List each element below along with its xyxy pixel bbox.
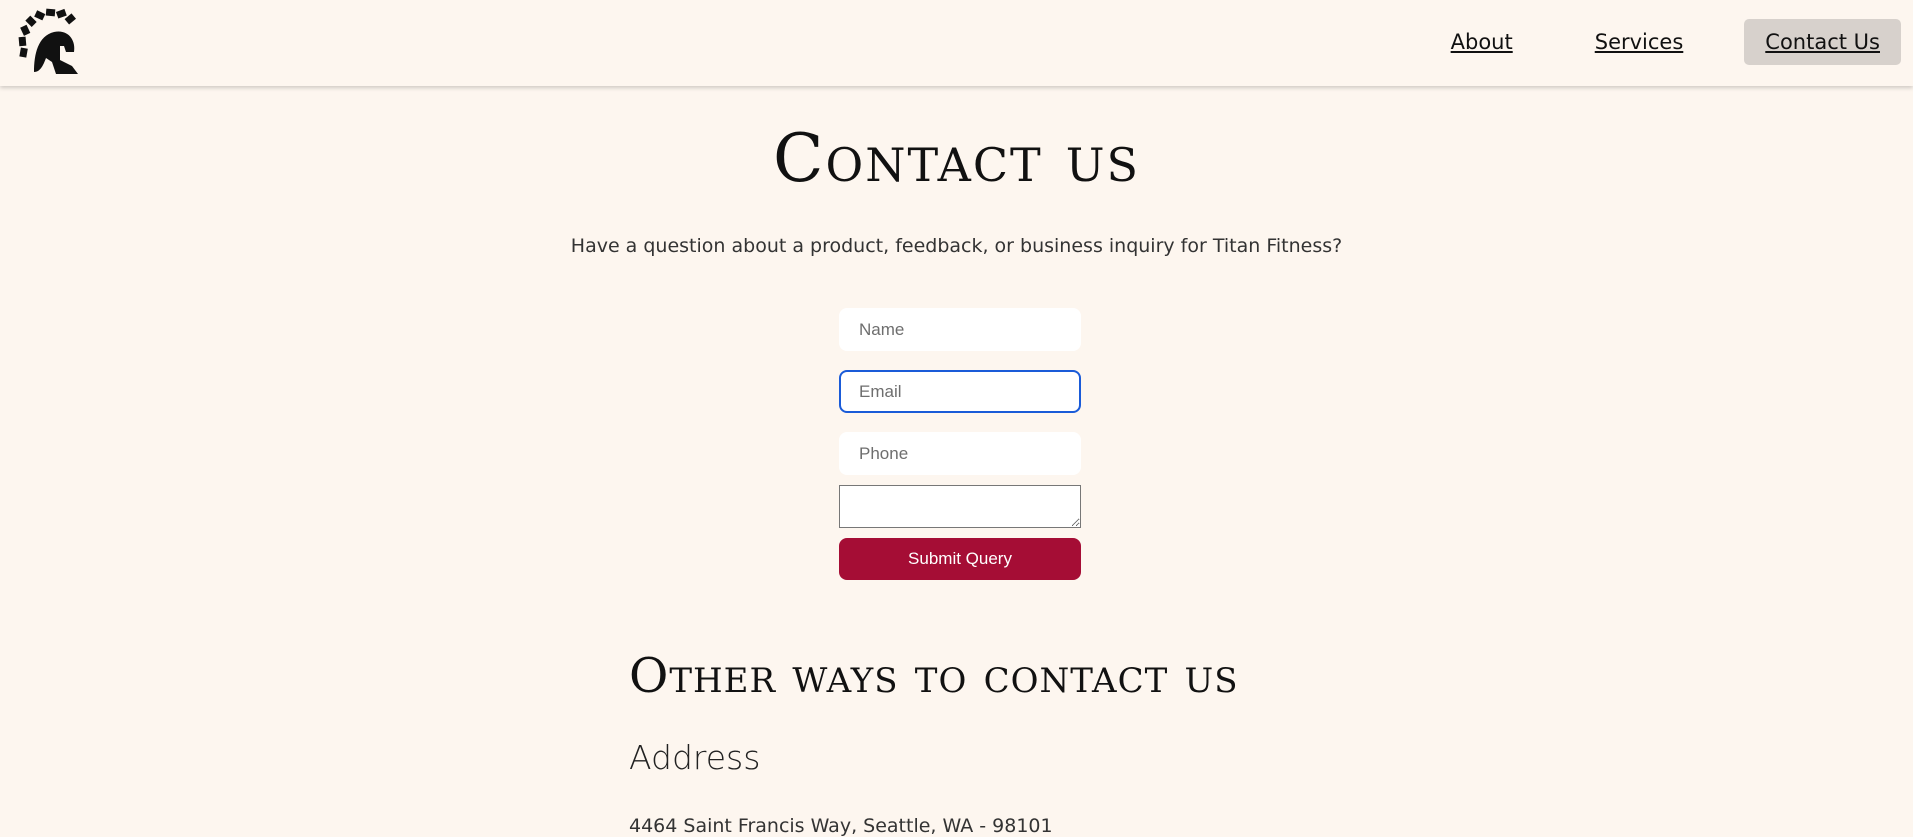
site-header: About Services Contact Us [0, 0, 1913, 86]
nav-link-services[interactable]: Services [1574, 19, 1705, 65]
address-heading: Address [629, 738, 761, 777]
page-subtitle: Have a question about a product, feedbac… [570, 235, 1343, 257]
other-contact-heading: Other ways to contact us [629, 648, 1239, 704]
name-field[interactable] [839, 308, 1081, 351]
address-text: 4464 Saint Francis Way, Seattle, WA - 98… [629, 815, 1053, 837]
page-title: Contact us [773, 120, 1140, 197]
nav-link-about[interactable]: About [1430, 19, 1534, 65]
submit-query-button[interactable]: Submit Query [839, 538, 1081, 580]
contact-form: Submit Query [839, 308, 1081, 580]
main-nav: About Services Contact Us [1390, 19, 1901, 65]
message-textarea[interactable] [839, 485, 1081, 528]
phone-field[interactable] [839, 432, 1081, 475]
spartan-helmet-icon[interactable] [16, 6, 86, 76]
email-field[interactable] [839, 370, 1081, 413]
nav-link-contact-us[interactable]: Contact Us [1744, 19, 1901, 65]
